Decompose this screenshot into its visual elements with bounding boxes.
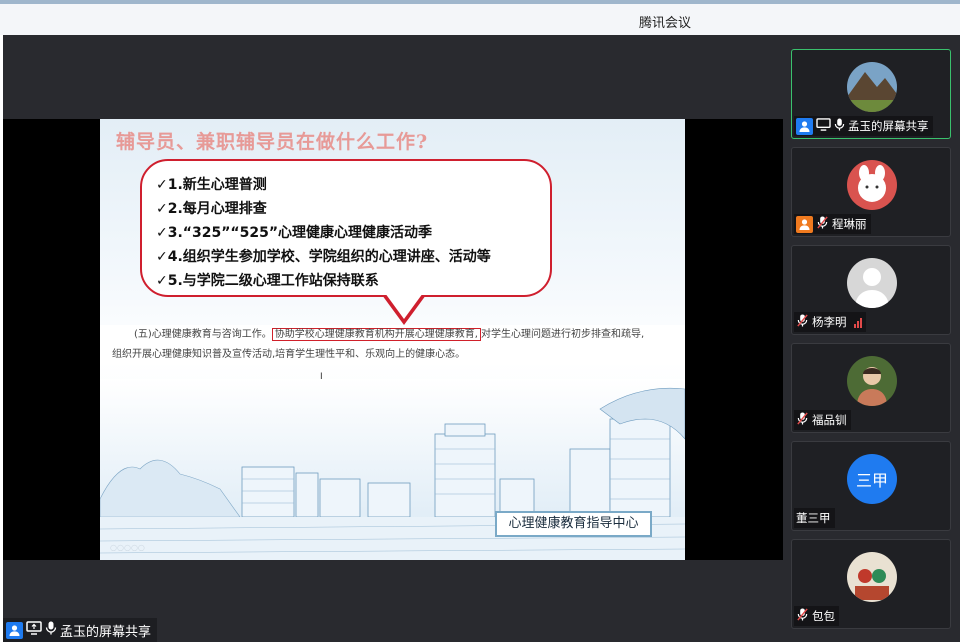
participant-name: 董三甲: [796, 511, 831, 525]
participant-name: 孟玉的屏幕共享: [848, 119, 929, 133]
bubble-item: ✓1.新生心理普测: [156, 177, 267, 193]
screen-share-label: 孟玉的屏幕共享: [3, 618, 158, 642]
participant-label: 杨李明: [794, 312, 866, 332]
participant-label: 孟玉的屏幕共享: [794, 116, 933, 136]
participant-sidebar: 孟玉的屏幕共享 程琳丽 杨李明 福品钏 三甲 董三甲 包包: [783, 35, 960, 642]
avatar: [847, 160, 897, 210]
screen-share-owner: 孟玉的屏幕共享: [60, 624, 152, 640]
bubble-item: ✓4.组织学生参加学校、学院组织的心理讲座、活动等: [156, 249, 491, 265]
window-title: 腾讯会议: [638, 16, 691, 31]
participant-label: 程琳丽: [794, 214, 871, 234]
signal-weak-icon: [853, 317, 862, 328]
bubble-item: ✓3.“325”“525”心理健康心理健康活动季: [156, 225, 433, 241]
mic-icon: [45, 621, 57, 639]
mic-muted-icon: [796, 412, 809, 428]
participant-name: 包包: [812, 609, 835, 623]
paragraph-line2: 组织开展心理健康知识普及宣传活动,培育学生理性平和、乐观向上的健康心态。: [112, 349, 466, 360]
shared-screen-video: 辅导员、兼职辅导员在做什么工作? ✓1.新生心理普测 ✓2.每月心理排查 ✓3.…: [3, 119, 783, 560]
participant-label: 福品钏: [794, 410, 851, 430]
host-icon: [6, 621, 23, 639]
avatar: 三甲: [847, 454, 897, 504]
paragraph-highlight: 协助学校心理健康教育机构开展心理健康教育,: [271, 328, 481, 341]
avatar: [847, 552, 897, 602]
participant-label: 董三甲: [794, 508, 835, 528]
participant-name: 杨李明: [812, 315, 847, 329]
host-icon: [796, 117, 813, 135]
bubble-tail-fill: [385, 293, 423, 319]
bubble-item: ✓2.每月心理排查: [156, 201, 267, 217]
mic-muted-icon: [816, 216, 829, 232]
participant-label: 包包: [794, 606, 839, 626]
participant-tile[interactable]: 程琳丽: [791, 147, 951, 237]
speech-bubble: ✓1.新生心理普测 ✓2.每月心理排查 ✓3.“325”“525”心理健康心理健…: [140, 159, 552, 297]
center-name-badge: 心理健康教育指导中心: [495, 511, 652, 537]
slide-title: 辅导员、兼职辅导员在做什么工作?: [116, 131, 429, 153]
paragraph-prefix: (五)心理健康教育与咨询工作。: [134, 329, 272, 340]
slide-paragraph: (五)心理健康教育与咨询工作。 协助学校心理健康教育机构开展心理健康教育, 对学生心…: [100, 325, 685, 365]
participant-tile[interactable]: 孟玉的屏幕共享: [791, 49, 951, 139]
participant-tile[interactable]: 杨李明: [791, 245, 951, 335]
participant-tile[interactable]: 包包: [791, 539, 951, 629]
bubble-item: ✓5.与学院二级心理工作站保持联系: [156, 273, 379, 289]
paragraph-suffix: 对学生心理问题进行初步排查和疏导,: [481, 329, 645, 340]
mic-muted-icon: [796, 314, 809, 330]
title-bar: 腾讯会议: [0, 4, 960, 35]
screen-share-icon: [816, 118, 831, 134]
mic-icon: [834, 118, 845, 134]
presentation-slide: 辅导员、兼职辅导员在做什么工作? ✓1.新生心理普测 ✓2.每月心理排查 ✓3.…: [100, 119, 685, 560]
screen-share-icon: [26, 621, 42, 639]
avatar: [847, 62, 897, 112]
participant-tile[interactable]: 福品钏: [791, 343, 951, 433]
participant-name: 福品钏: [812, 413, 847, 427]
participant-tile[interactable]: 三甲 董三甲: [791, 441, 951, 531]
participant-name: 程琳丽: [832, 217, 867, 231]
slide-watermark: ○○○○○: [110, 543, 145, 552]
avatar: [847, 258, 897, 308]
meeting-window: 辅导员、兼职辅导员在做什么工作? ✓1.新生心理普测 ✓2.每月心理排查 ✓3.…: [3, 35, 960, 642]
avatar: [847, 356, 897, 406]
shared-screen-area[interactable]: 辅导员、兼职辅导员在做什么工作? ✓1.新生心理普测 ✓2.每月心理排查 ✓3.…: [3, 35, 783, 642]
cohost-icon: [796, 215, 813, 233]
mic-muted-icon: [796, 608, 809, 624]
